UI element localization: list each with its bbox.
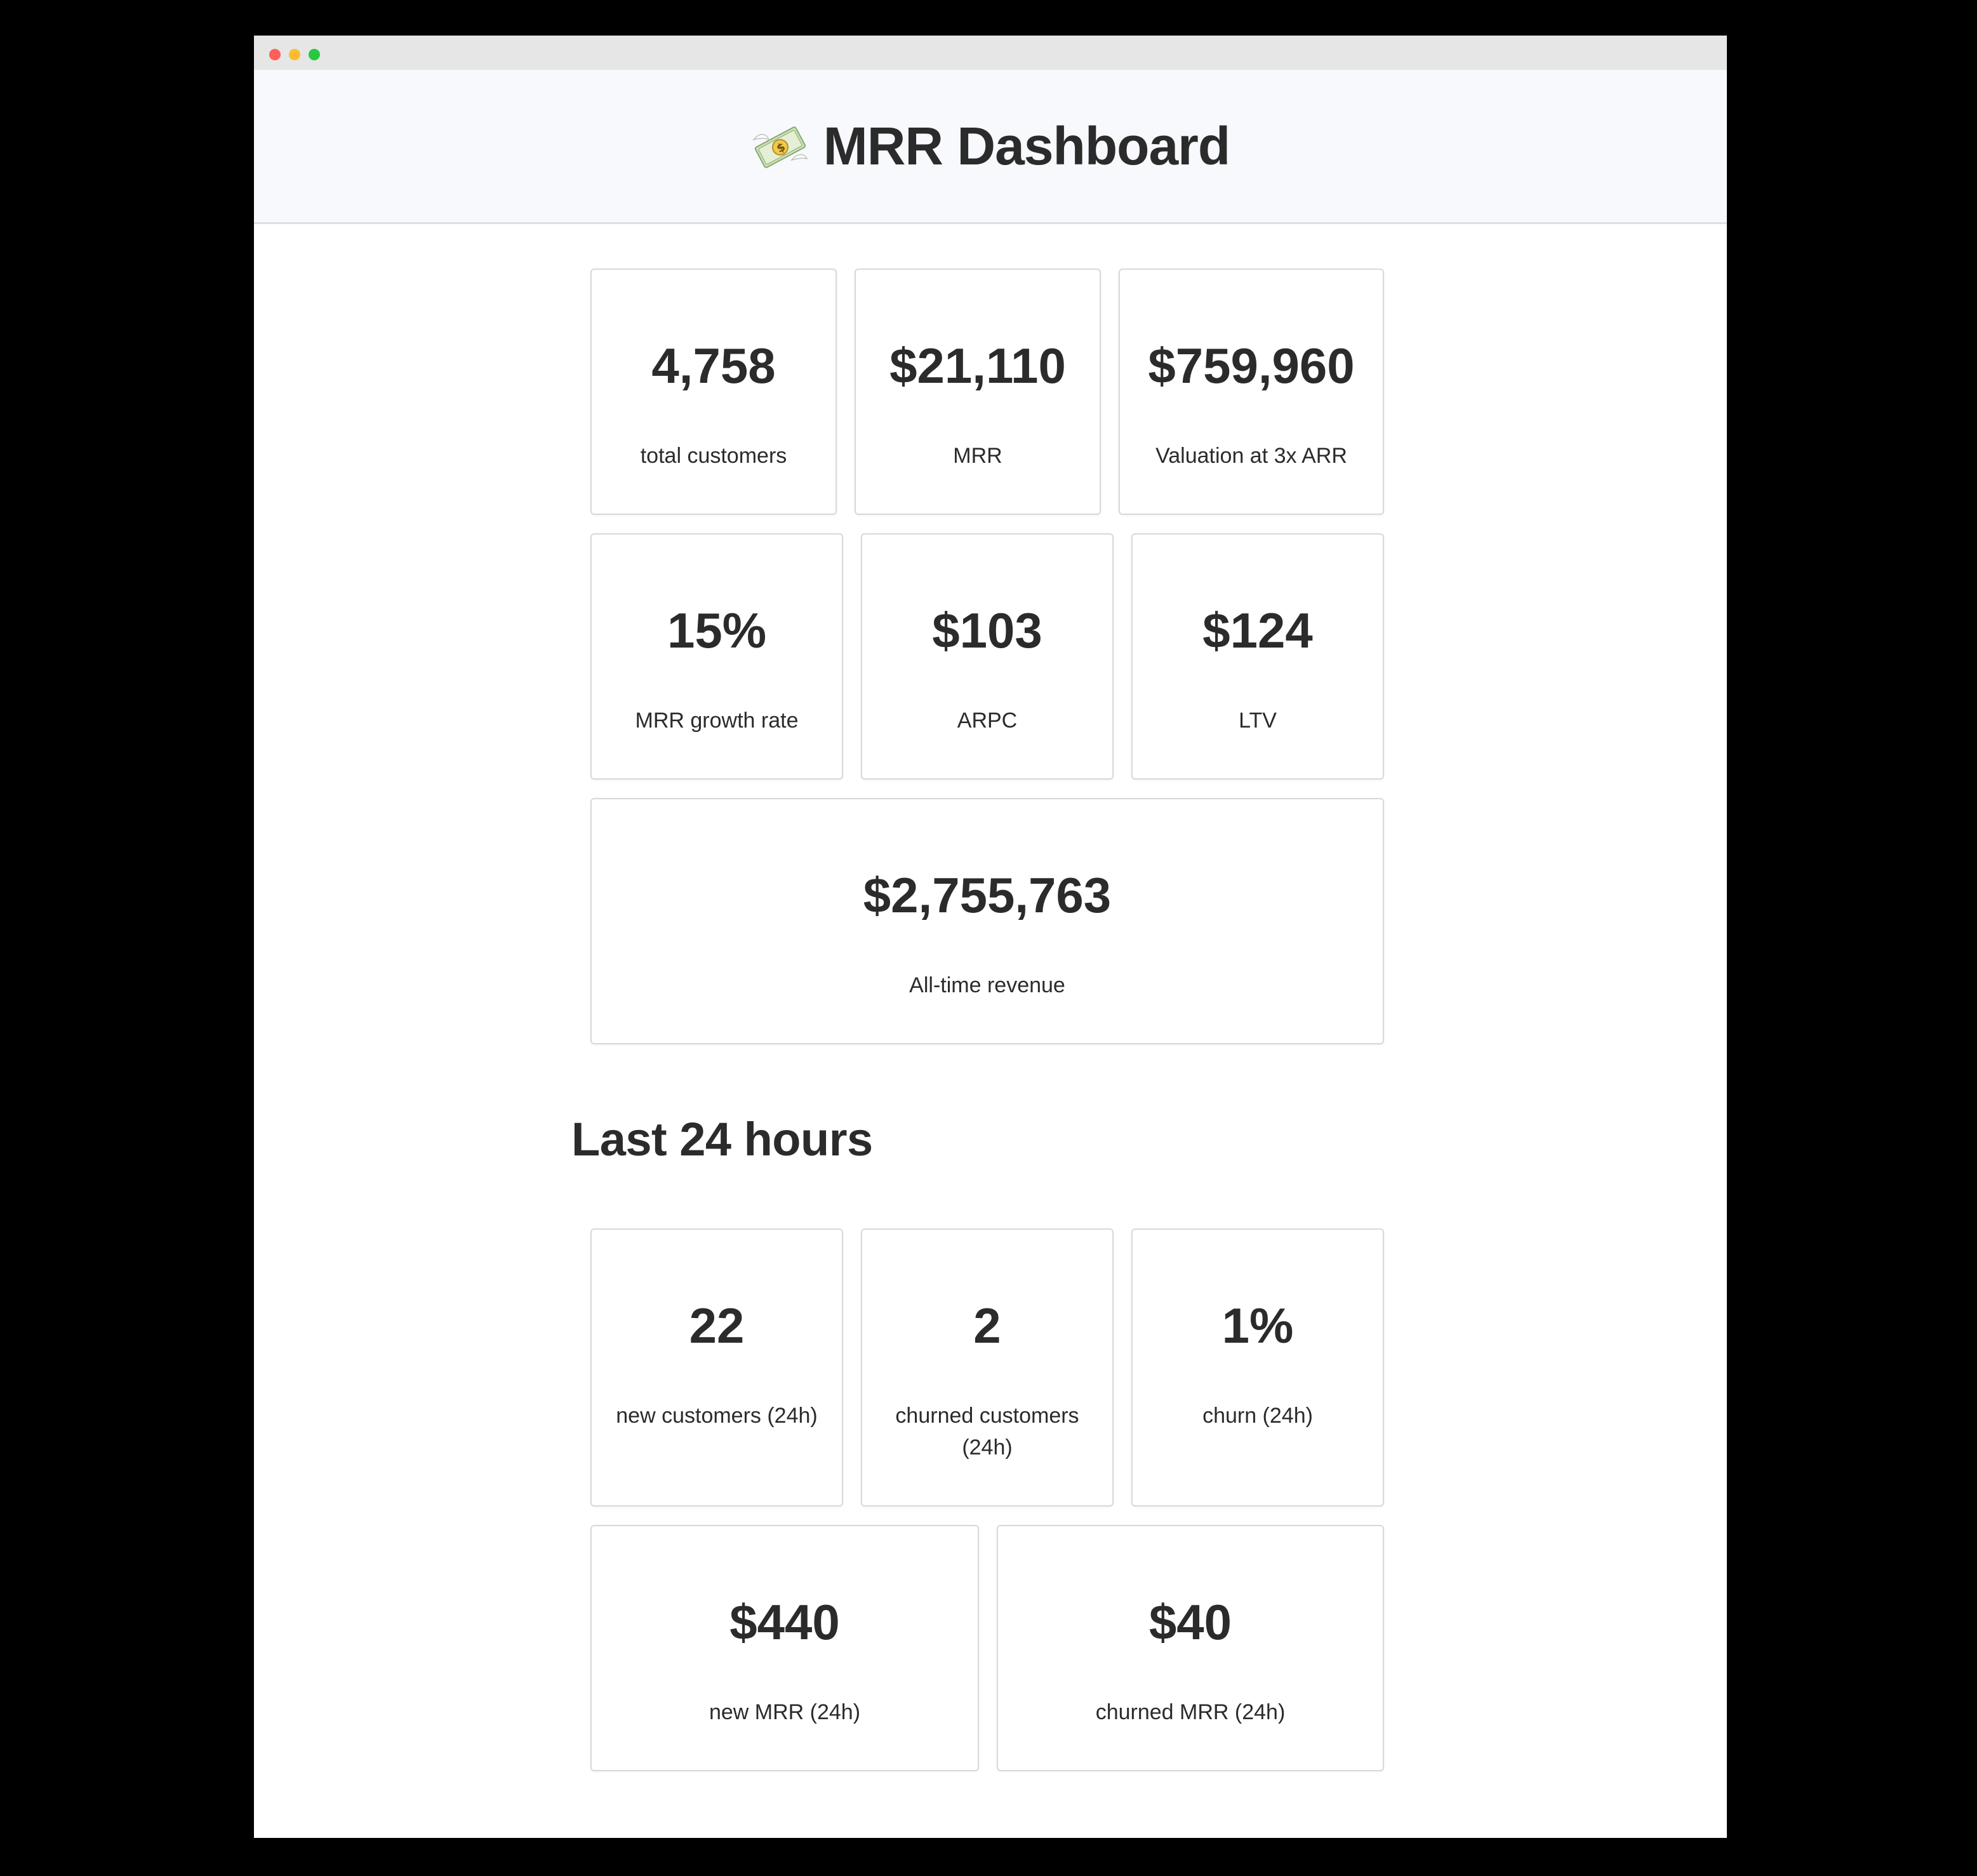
metric-card-all-time-revenue: $2,755,763 All-time revenue [590,798,1384,1044]
metric-card-new-mrr-24h: $440 new MRR (24h) [590,1525,979,1771]
metric-label: All-time revenue [909,973,1065,997]
metric-card-valuation: $759,960 Valuation at 3x ARR [1119,269,1384,515]
page-title-text: MRR Dashboard [823,116,1230,176]
metric-value: $40 [1148,1594,1232,1650]
window-titlebar [254,36,1727,70]
metric-label: new MRR (24h) [709,1700,861,1724]
metric-value: 4,758 [651,338,776,394]
metric-label: LTV [1239,708,1277,733]
money-with-wings-icon: $ [751,121,809,171]
metric-card-churned-customers-24h: 2 churned customers (24h) [861,1228,1114,1507]
metric-card-growth-rate: 15% MRR growth rate [590,533,843,780]
metric-label: total customers [640,444,787,468]
metric-card-churned-mrr-24h: $40 churned MRR (24h) [997,1525,1384,1771]
metric-card-arpc: $103 ARPC [861,533,1114,780]
metric-label: ARPC [957,708,1018,733]
metric-card-total-customers: 4,758 total customers [590,269,837,515]
metric-label: Valuation at 3x ARR [1155,444,1347,468]
page-title: $ MRR Dashboard [751,116,1230,177]
metric-value: 15% [667,602,767,658]
maximize-window-button[interactable] [309,49,320,60]
metric-label: MRR [953,444,1002,468]
metric-label: churned MRR (24h) [1095,1700,1286,1724]
metric-label: MRR growth rate [635,708,799,733]
metric-value: 2 [973,1298,1001,1354]
metric-label: new customers (24h) [616,1404,818,1428]
metric-card-churn-24h: 1% churn (24h) [1131,1228,1384,1507]
section-title-last-24-hours: Last 24 hours [571,1113,873,1166]
metric-value: $440 [729,1594,840,1650]
metric-label: churned customers (24h) [895,1404,1079,1460]
metric-card-ltv: $124 LTV [1131,533,1384,780]
browser-window: $ MRR Dashboard 4,758 total customers $2… [254,36,1727,1838]
metric-label: churn (24h) [1202,1404,1313,1428]
metric-value: 22 [689,1298,745,1354]
metric-card-new-customers-24h: 22 new customers (24h) [590,1228,843,1507]
metric-value: 1% [1221,1298,1294,1354]
metric-value: $21,110 [889,338,1066,394]
close-window-button[interactable] [269,49,281,60]
page-header: $ MRR Dashboard [254,70,1727,224]
metric-value: $103 [932,602,1042,658]
metric-value: $759,960 [1148,338,1355,394]
metric-card-mrr: $21,110 MRR [855,269,1101,515]
metric-value: $2,755,763 [863,867,1112,923]
metric-value: $124 [1202,602,1313,658]
minimize-window-button[interactable] [289,49,300,60]
